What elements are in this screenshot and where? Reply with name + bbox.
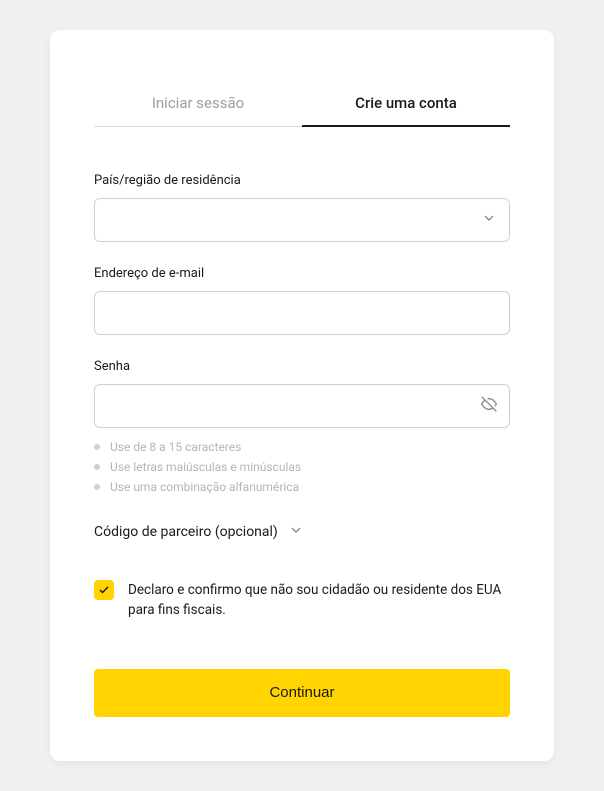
declaration-row: Declaro e confirmo que não sou cidadão o… bbox=[94, 580, 510, 621]
partner-code-label: Código de parceiro (opcional) bbox=[94, 524, 278, 540]
tab-signin-label: Iniciar sessão bbox=[152, 94, 244, 112]
country-field-group: País/região de residência bbox=[94, 173, 510, 242]
eye-off-icon[interactable] bbox=[481, 396, 497, 416]
email-field-group: Endereço de e-mail bbox=[94, 266, 510, 335]
chevron-down-icon bbox=[288, 522, 304, 542]
continue-button-label: Continuar bbox=[269, 684, 334, 701]
password-input-wrapper bbox=[94, 384, 510, 428]
password-input[interactable] bbox=[107, 385, 481, 427]
partner-code-toggle[interactable]: Código de parceiro (opcional) bbox=[94, 522, 510, 542]
password-hints: Use de 8 a 15 caracteres Use letras maiú… bbox=[94, 440, 510, 494]
declaration-checkbox[interactable] bbox=[94, 580, 114, 600]
check-icon bbox=[98, 584, 110, 596]
password-field-group: Senha Use de 8 a 15 caracteres Use letra… bbox=[94, 359, 510, 494]
chevron-down-icon bbox=[481, 210, 497, 230]
tab-signin[interactable]: Iniciar sessão bbox=[94, 80, 302, 126]
password-label: Senha bbox=[94, 359, 510, 374]
tab-signup-label: Crie uma conta bbox=[355, 94, 457, 112]
email-input[interactable] bbox=[107, 292, 497, 334]
hint-item: Use letras maiúsculas e minúsculas bbox=[94, 460, 510, 474]
continue-button[interactable]: Continuar bbox=[94, 669, 510, 717]
country-select[interactable] bbox=[94, 198, 510, 242]
tab-signup[interactable]: Crie uma conta bbox=[302, 80, 510, 126]
country-label: País/região de residência bbox=[94, 173, 510, 188]
declaration-text: Declaro e confirmo que não sou cidadão o… bbox=[128, 580, 510, 621]
hint-item: Use uma combinação alfanumérica bbox=[94, 480, 510, 494]
signup-card: Iniciar sessão Crie uma conta País/regiã… bbox=[50, 30, 554, 761]
hint-item: Use de 8 a 15 caracteres bbox=[94, 440, 510, 454]
email-input-wrapper bbox=[94, 291, 510, 335]
email-label: Endereço de e-mail bbox=[94, 266, 510, 281]
auth-tabs: Iniciar sessão Crie uma conta bbox=[94, 80, 510, 127]
